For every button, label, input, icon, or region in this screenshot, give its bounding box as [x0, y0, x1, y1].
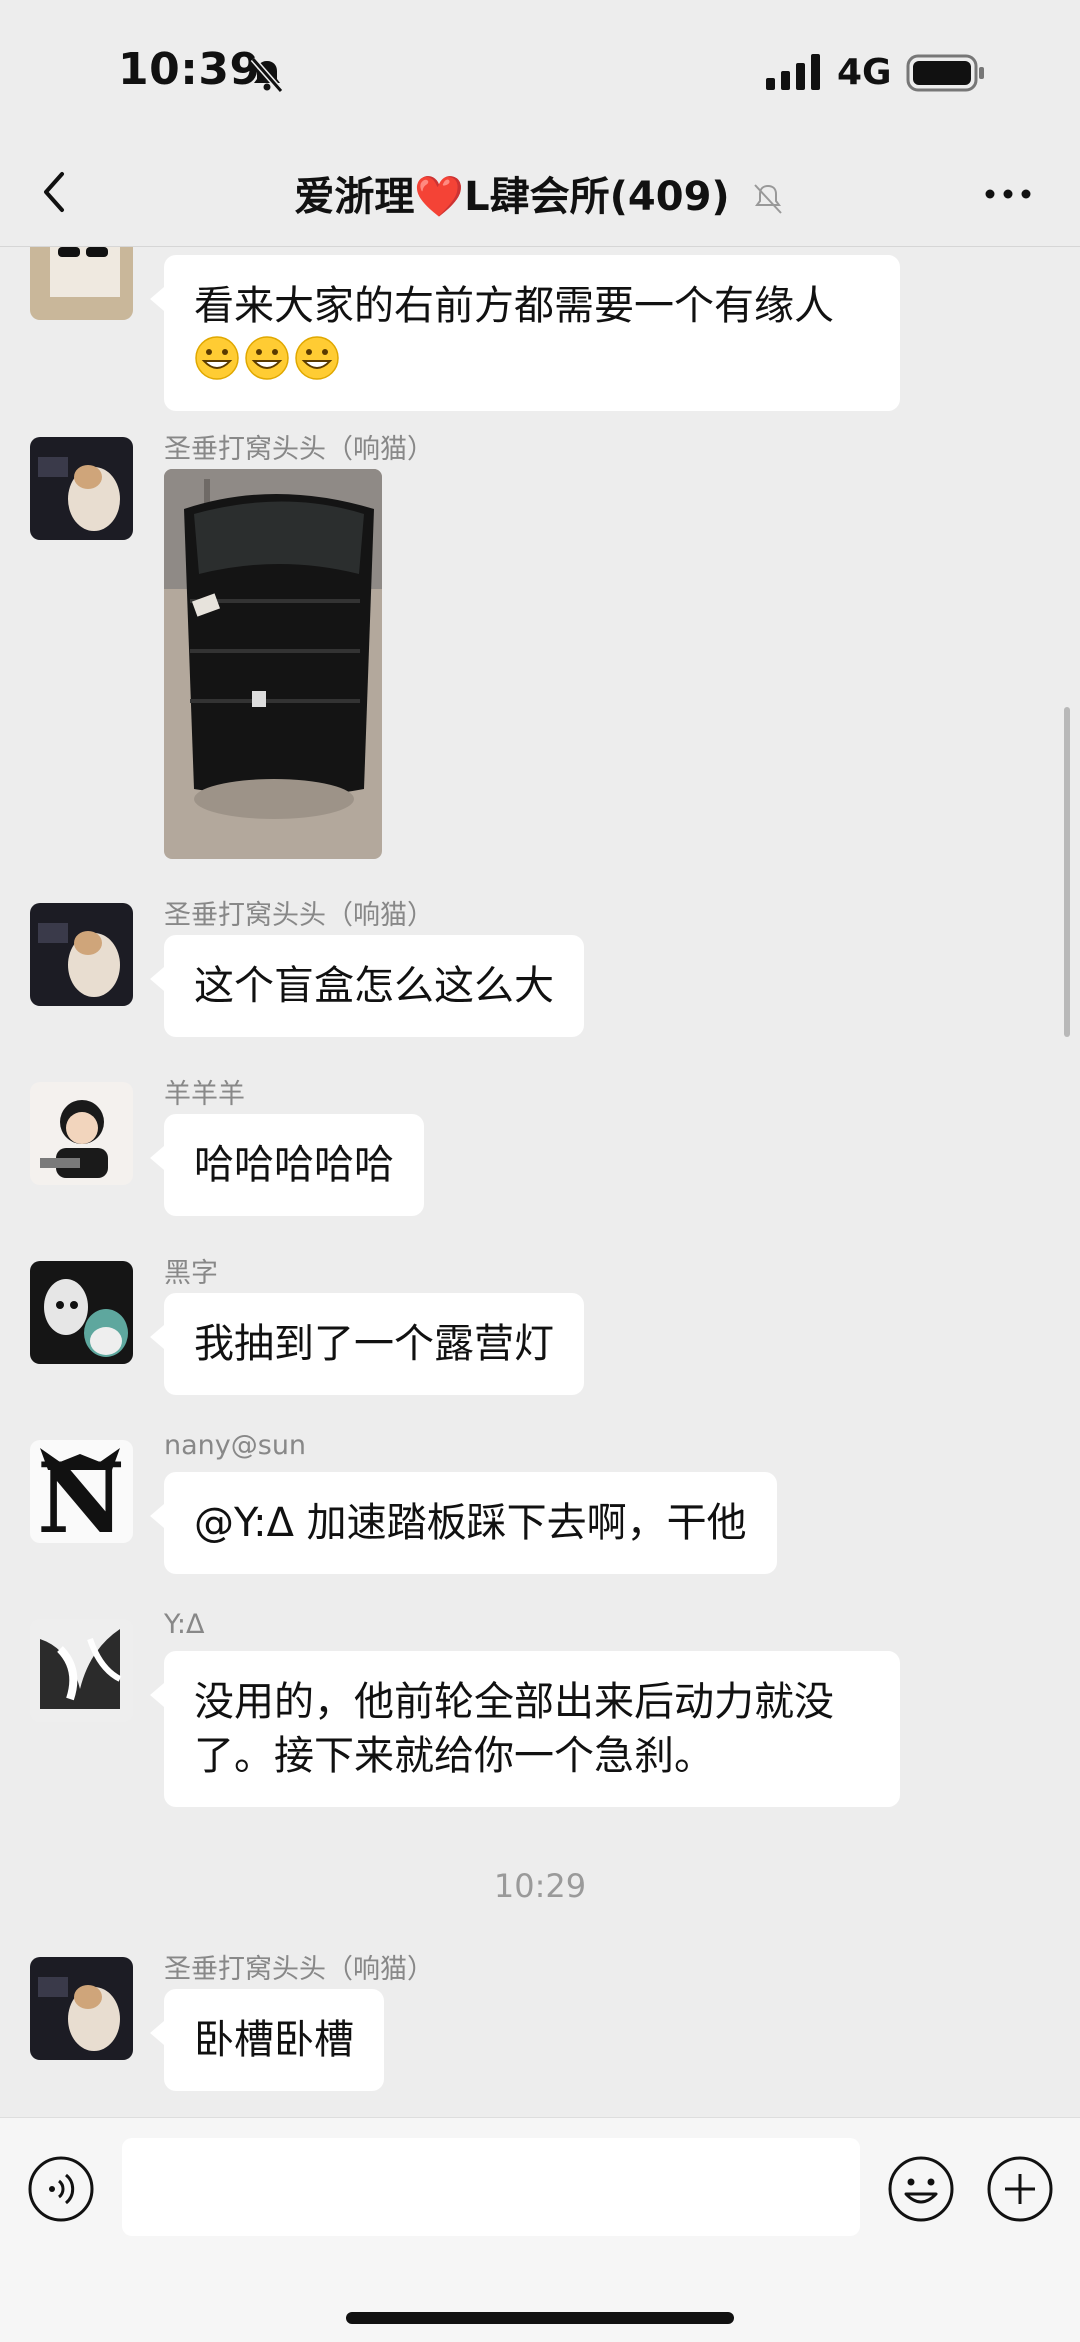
scrollbar[interactable]: [1064, 707, 1070, 1037]
grinning-face-emoji: [245, 336, 289, 380]
more-icon[interactable]: [980, 176, 1036, 212]
message-text: 没用的，他前轮全部出来后动力就没了。接下来就给你一个急刹。: [194, 1679, 834, 1779]
grinning-face-emoji: [295, 336, 339, 380]
avatar[interactable]: [30, 247, 133, 320]
home-indicator[interactable]: [346, 2312, 734, 2324]
battery-icon: [906, 54, 984, 92]
chat-title[interactable]: 爱浙理❤️L肆会所(409): [0, 164, 1080, 222]
message-image-suitcase[interactable]: [164, 469, 382, 859]
message-bubble[interactable]: 卧槽卧槽: [150, 1989, 384, 2091]
emoji-icon[interactable]: [886, 2154, 956, 2224]
message-text: 卧槽卧槽: [194, 2017, 354, 2063]
message-bubble[interactable]: 看来大家的右前方都需要一个有缘人: [150, 255, 900, 411]
status-time: 10:39: [118, 44, 261, 95]
bell-off-icon: [250, 57, 284, 93]
avatar[interactable]: [30, 1957, 133, 2060]
message-bubble[interactable]: 我抽到了一个露营灯: [150, 1293, 584, 1395]
mute-bell-icon: [753, 184, 782, 214]
message-bubble[interactable]: @Y:Δ 加速踏板踩下去啊，干他: [150, 1472, 777, 1574]
chat-header: 爱浙理❤️L肆会所(409): [0, 140, 1080, 247]
avatar[interactable]: [30, 1261, 133, 1364]
sender-name: Y:Δ: [164, 1609, 205, 1640]
input-bar: [0, 2117, 1080, 2342]
message-input[interactable]: [122, 2138, 860, 2236]
message-text: 看来大家的右前方都需要一个有缘人: [194, 283, 834, 329]
sender-name: 圣垂打窝头头（响猫）: [164, 434, 434, 465]
message-text: 哈哈哈哈哈: [194, 1142, 394, 1188]
plus-icon[interactable]: [985, 2154, 1055, 2224]
signal-icon: [766, 54, 820, 90]
sender-name: 圣垂打窝头头（响猫）: [164, 900, 434, 931]
message-text: @Y:Δ 加速踏板踩下去啊，干他: [194, 1500, 747, 1546]
avatar[interactable]: [30, 903, 133, 1006]
network-type: 4G: [837, 52, 892, 93]
sender-name: nany@sun: [164, 1430, 307, 1461]
sender-name: 圣垂打窝头头（响猫）: [164, 1954, 434, 1985]
message-text: 这个盲盒怎么这么大: [194, 963, 554, 1009]
avatar[interactable]: [30, 1082, 133, 1185]
message-bubble[interactable]: 没用的，他前轮全部出来后动力就没了。接下来就给你一个急刹。: [150, 1651, 900, 1807]
avatar[interactable]: N: [30, 1440, 133, 1543]
sender-name: 黑字: [164, 1258, 218, 1289]
voice-icon[interactable]: [26, 2154, 96, 2224]
message-text: 我抽到了一个露营灯: [194, 1321, 554, 1367]
message-bubble[interactable]: 哈哈哈哈哈: [150, 1114, 424, 1216]
sender-name: 羊羊羊: [164, 1079, 245, 1110]
avatar[interactable]: [30, 437, 133, 540]
status-bar: 10:39 4G: [0, 0, 1080, 140]
chat-title-text: 爱浙理❤️L肆会所(409): [294, 174, 730, 220]
chat-timestamp: 10:29: [493, 1867, 587, 1905]
message-list[interactable]: 看来大家的右前方都需要一个有缘人 圣垂打窝头头（响猫） 圣垂打窝头头（响猫） 这…: [0, 247, 1080, 2117]
grinning-face-emoji: [195, 336, 239, 380]
avatar[interactable]: [30, 1619, 133, 1722]
message-bubble[interactable]: 这个盲盒怎么这么大: [150, 935, 584, 1037]
